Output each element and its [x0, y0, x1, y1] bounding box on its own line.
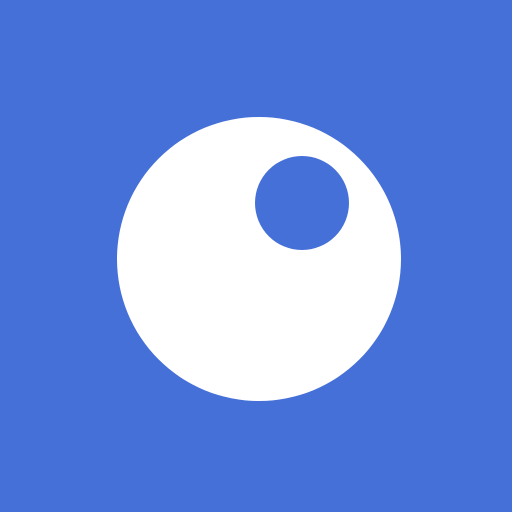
bubble-logo-icon [117, 117, 401, 401]
small-blue-circle-cutout [255, 156, 349, 250]
app-icon-tile [0, 0, 512, 512]
large-white-circle [117, 117, 401, 401]
